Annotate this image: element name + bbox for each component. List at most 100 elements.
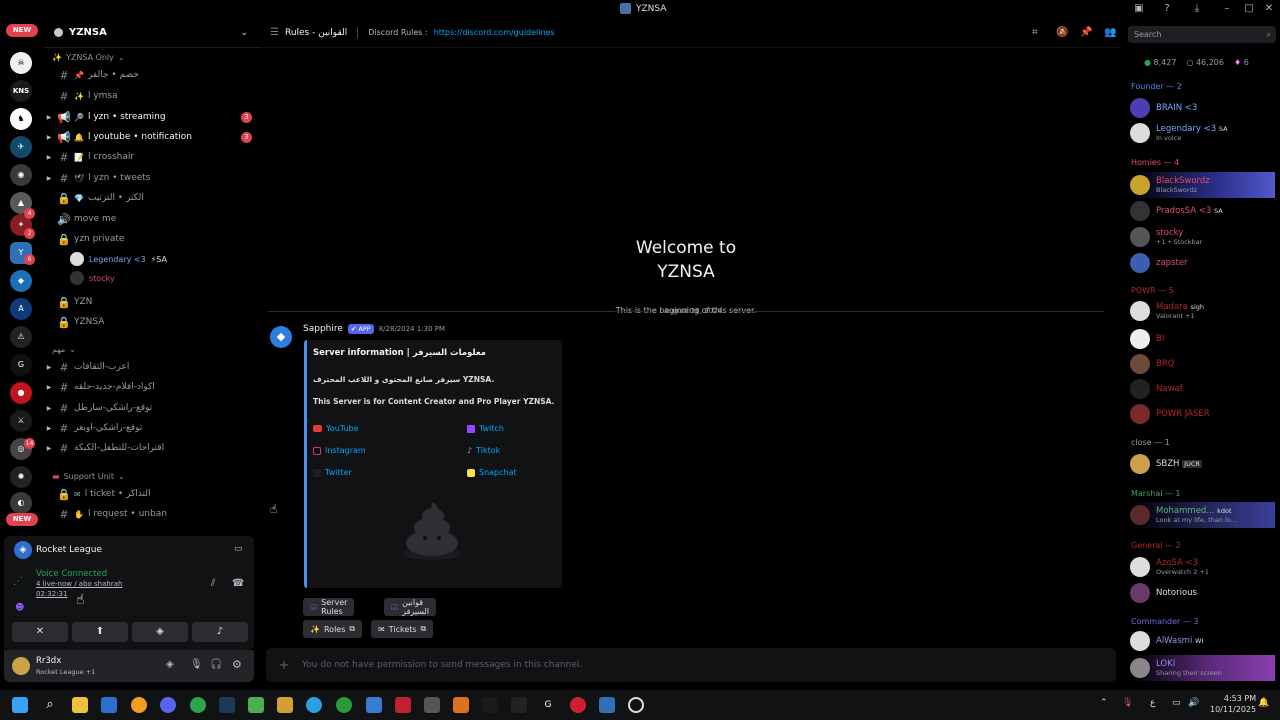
server-icon[interactable]: ● <box>10 382 32 404</box>
tickets-link-button[interactable]: ✉ Tickets ⧉ <box>371 620 434 638</box>
voice-user[interactable]: Legendary <3 ⚡SA <box>70 252 167 266</box>
clock[interactable]: 4:53 PM 10/11/2025 <box>1210 693 1256 715</box>
file-explorer-icon[interactable] <box>72 697 88 713</box>
member-item[interactable]: AlWasmi WI <box>1130 628 1275 654</box>
channel-item[interactable]: ▶ # 📝 l crosshair <box>44 148 260 166</box>
server-icon[interactable]: ⚔ <box>10 410 32 432</box>
app-icon[interactable] <box>570 697 586 713</box>
channel-item[interactable]: # ✋ l request • unban <box>44 505 260 523</box>
avatar[interactable] <box>12 657 30 675</box>
channel-item[interactable]: ▶ # اقتراحات-للتطفل-الكبكة <box>44 439 260 457</box>
link-twitter[interactable]: Twitter <box>313 468 352 477</box>
guild-header[interactable]: YZNSA ⌄ <box>44 18 260 48</box>
discord-icon[interactable] <box>160 697 176 713</box>
channel-topic-link[interactable]: https://discord.com/guidelines <box>434 28 555 37</box>
server-icon[interactable]: ⚠ <box>10 326 32 348</box>
member-item[interactable]: AzoSA <3 Overwatch 2 +1 <box>1130 554 1275 580</box>
member-item[interactable]: BI <box>1130 326 1275 352</box>
app-icon[interactable] <box>482 697 498 713</box>
voice-channel-link[interactable]: 4 live-now / abo shahrah <box>36 580 122 588</box>
category-header[interactable]: ▬ Support Unit ⌄ <box>52 472 125 481</box>
help-icon[interactable]: ? <box>1160 2 1174 16</box>
server-icon[interactable]: ◆ <box>10 270 32 292</box>
server-icon[interactable]: G <box>10 354 32 376</box>
embed-image[interactable] <box>397 498 467 564</box>
app-icon[interactable] <box>131 697 147 713</box>
chrome-icon[interactable] <box>190 697 206 713</box>
gamepad-icon[interactable]: ◈ <box>166 659 174 670</box>
voice-channel[interactable]: 🔒 yzn private <box>44 230 260 248</box>
activity-button[interactable]: ◈ <box>132 622 188 642</box>
voice-user[interactable]: stocky <box>70 271 115 285</box>
server-rules-button[interactable]: ☑ Server Rules <box>303 598 355 616</box>
link-instagram[interactable]: Instagram <box>313 446 366 455</box>
threads-icon[interactable]: ⌗ <box>1032 27 1038 38</box>
channel-item[interactable]: ▶ # توقع-راشكي-سارطل <box>44 399 260 417</box>
members-icon[interactable]: 👥 <box>1104 27 1116 38</box>
steam-icon[interactable] <box>219 697 235 713</box>
member-item[interactable]: SBZH JUCR <box>1130 451 1275 477</box>
member-item[interactable]: Madara sigh Valorant +1 <box>1130 298 1275 324</box>
screen-share-button[interactable]: ⬆ <box>72 622 128 642</box>
pin-icon[interactable]: 📌 <box>1080 27 1092 38</box>
member-item[interactable]: Notorious <box>1130 580 1275 606</box>
link-youtube[interactable]: YouTube <box>313 424 359 433</box>
plus-icon[interactable]: + <box>266 658 302 673</box>
app-icon[interactable] <box>277 697 293 713</box>
message-author[interactable]: Sapphire <box>303 324 343 334</box>
app-icon[interactable] <box>599 697 615 713</box>
member-item[interactable]: POWR JASER <box>1130 401 1275 427</box>
member-item[interactable]: PradosSA <3 SA <box>1130 198 1275 224</box>
channel-item[interactable]: ▶ # 🕊 l yzn • tweets <box>44 169 260 187</box>
camera-off-button[interactable]: ✕ <box>12 622 68 642</box>
member-item[interactable]: Legendary <3 SA In voice <box>1130 120 1275 146</box>
settings-icon[interactable]: ⚙ <box>232 658 242 671</box>
app-icon[interactable] <box>453 697 469 713</box>
link-twitch[interactable]: Twitch <box>467 424 504 433</box>
chevron-down-icon[interactable]: ⌄ <box>240 28 248 38</box>
server-icon[interactable]: ✺ <box>10 466 32 488</box>
member-item[interactable]: BRQ <box>1130 351 1275 377</box>
voice-channel[interactable]: 🔊 move me <box>44 210 260 228</box>
member-item[interactable]: stocky +1 • Stockbar <box>1130 224 1275 250</box>
app-icon[interactable] <box>511 697 527 713</box>
download-icon[interactable]: ⤓ <box>1190 2 1204 16</box>
category-header[interactable]: ✨ YZNSA Only ⌄ <box>52 53 125 62</box>
signal-icon[interactable]: ⋰ <box>13 576 27 590</box>
server-icon[interactable]: ✈ <box>10 136 32 158</box>
server-icon[interactable]: KNS <box>10 80 32 102</box>
volume-icon[interactable]: 🔊 <box>1188 698 1199 708</box>
close-button[interactable]: ✕ <box>1262 2 1276 16</box>
app-icon[interactable] <box>424 697 440 713</box>
tray-chevron-icon[interactable]: ⌃ <box>1100 698 1108 708</box>
screen-icon[interactable]: ▭ <box>234 544 243 554</box>
server-icon[interactable]: A <box>10 298 32 320</box>
minecraft-icon[interactable] <box>248 697 264 713</box>
store-icon[interactable] <box>101 697 117 713</box>
soundboard-button[interactable]: ♪ <box>192 622 248 642</box>
roles-link-button[interactable]: ✨ Roles ⧉ <box>303 620 363 638</box>
channel-item[interactable]: ▶ # اكواد-افلام-جديد-حلقه <box>44 378 260 396</box>
channel-item[interactable]: 🔒 ✉ l ticket • التذاكر <box>44 485 260 503</box>
mute-icon[interactable]: 🔕 <box>1056 27 1068 38</box>
message-composer[interactable]: + You do not have permission to send mes… <box>266 648 1116 682</box>
network-icon[interactable]: ▭ <box>1172 698 1181 708</box>
app-icon[interactable] <box>395 697 411 713</box>
voice-channel[interactable]: 🔒 YZNSA <box>44 313 260 331</box>
member-item[interactable]: Nawaf <box>1130 376 1275 402</box>
member-item[interactable]: Mohammed... kdot Look at my life, than lo… <box>1130 502 1275 528</box>
minimize-button[interactable]: – <box>1220 2 1234 16</box>
search-icon[interactable]: ⌕ <box>42 697 58 713</box>
member-item[interactable]: BRAIN <3 <box>1130 95 1275 121</box>
server-icon[interactable]: ♞ <box>10 108 32 130</box>
noise-suppression-icon[interactable]: ⫽ <box>211 578 215 589</box>
category-header[interactable]: مهم ⌄ <box>52 345 76 354</box>
telegram-icon[interactable] <box>306 697 322 713</box>
inbox-icon[interactable]: ▣ <box>1132 2 1146 16</box>
headphones-icon[interactable]: 🎧 <box>210 659 222 670</box>
server-icon[interactable]: ◉ <box>10 164 32 186</box>
bot-avatar[interactable]: ◆ <box>270 326 292 348</box>
server-icon[interactable]: ◐ <box>10 492 32 514</box>
xbox-icon[interactable] <box>336 697 352 713</box>
search-input[interactable]: Search ⌕ <box>1128 26 1276 43</box>
